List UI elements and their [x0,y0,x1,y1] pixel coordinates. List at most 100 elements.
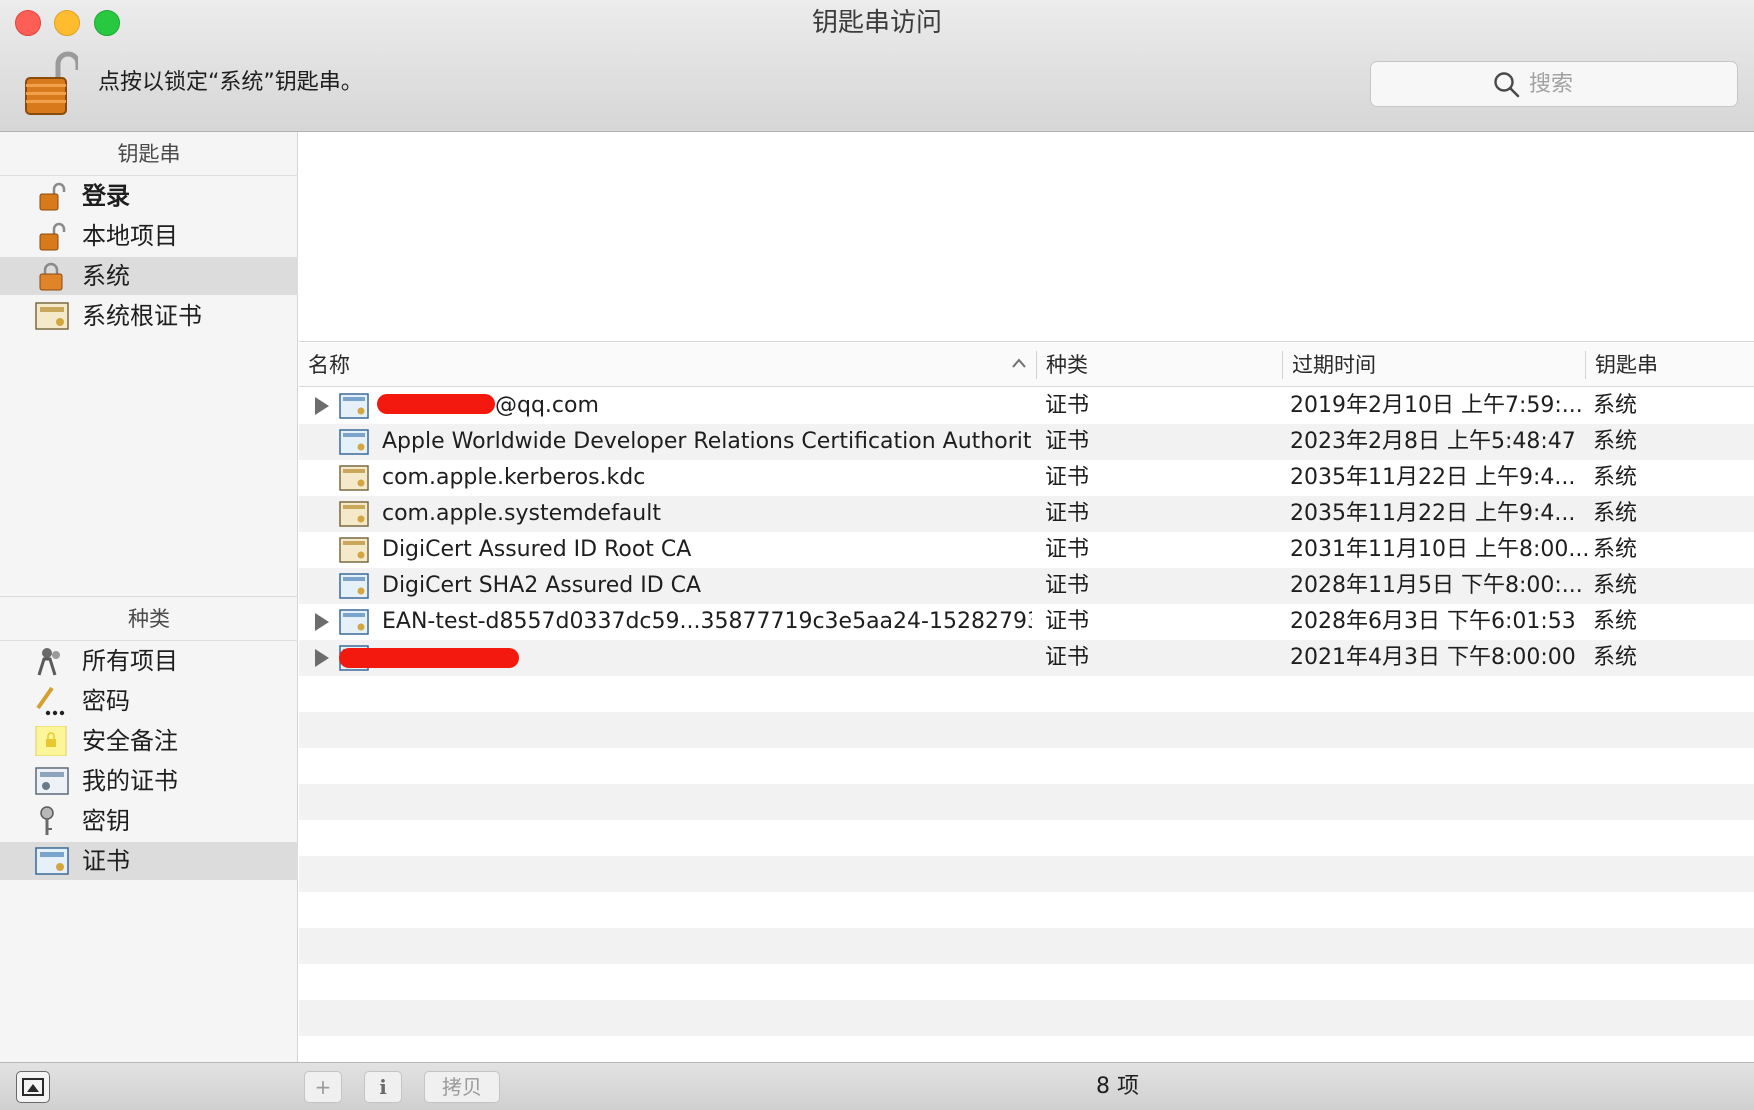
certificate-icon [35,847,69,875]
cell-name: Apple Worldwide Developer Relations Cert… [382,429,1032,454]
empty-row [299,1000,1754,1036]
cell-name: com.apple.kerberos.kdc [382,465,646,490]
certificate-table: @qq.com 证书 2019年2月10日 上午7:59:... 系统 Appl… [299,388,1754,676]
item-count: 8 项 [1096,1074,1139,1099]
sidebar-item-label: 所有项目 [82,647,178,675]
certificate-icon [339,609,369,635]
certificate-icon [339,573,369,599]
disclosure-triangle-icon[interactable] [315,613,329,631]
cell-keychain: 系统 [1593,429,1638,454]
sidebar-item-label: 密钥 [82,807,130,835]
root-certificate-icon [339,501,369,527]
keychains-header: 钥匙串 [0,132,298,176]
sidebar-item-keys[interactable]: 密钥 [0,802,298,840]
table-row[interactable]: DigiCert Assured ID Root CA 证书 2031年11月1… [299,532,1754,568]
bottom-bar: + i 拷贝 8 项 [0,1062,1754,1110]
sidebar-item-label: 安全备注 [82,727,178,755]
root-certificate-icon [339,465,369,491]
sidebar-item-passwords[interactable]: 密码 [0,682,298,720]
cell-keychain: 系统 [1593,393,1638,418]
sidebar-item-all-items[interactable]: 所有项目 [0,642,298,680]
redaction-mark [339,648,519,668]
sidebar-item-label: 登录 [82,182,130,210]
cell-kind: 证书 [1045,501,1090,526]
table-header: 名称 种类 过期时间 钥匙串 [299,343,1754,387]
cell-name: EAN-test-d8557d0337dc59...35877719c3e5aa… [382,609,1032,634]
key-icon [40,806,54,835]
sidebar-item-label: 系统根证书 [82,302,202,330]
people-icon [37,648,60,676]
window-title: 钥匙串访问 [811,8,942,38]
table-row[interactable]: DigiCert SHA2 Assured ID CA 证书 2028年11月5… [299,568,1754,604]
search-input[interactable] [1529,68,1709,100]
cell-keychain: 系统 [1593,645,1638,670]
disclosure-triangle-icon[interactable] [315,649,329,667]
empty-row [299,928,1754,964]
search-icon [1494,72,1520,98]
table-row[interactable]: 证书 2021年4月3日 下午8:00:00 系统 [299,640,1754,676]
add-item-button[interactable]: + [304,1071,342,1103]
copy-button[interactable]: 拷贝 [424,1071,500,1103]
sidebar-item-label: 密码 [82,687,130,715]
cell-kind: 证书 [1045,465,1090,490]
cell-kind: 证书 [1045,645,1090,670]
item-preview-pane [299,132,1754,342]
cell-keychain: 系统 [1593,609,1638,634]
cell-expires: 2031年11月10日 上午8:00... [1290,537,1590,562]
sidebar-item-label: 系统 [82,262,130,290]
show-hide-panel-icon [22,1078,44,1096]
column-header-keychain[interactable]: 钥匙串 [1586,343,1754,387]
sidebar-item-login[interactable]: 登录 [0,177,298,215]
open-lock-icon [39,222,66,251]
cell-keychain: 系统 [1593,573,1638,598]
cell-kind: 证书 [1045,393,1090,418]
cell-expires: 2028年11月5日 下午8:00:... [1290,573,1583,598]
table-row[interactable]: com.apple.systemdefault 证书 2035年11月22日 上… [299,496,1754,532]
sort-ascending-icon [1012,358,1026,368]
empty-row [299,856,1754,892]
cell-kind: 证书 [1045,429,1090,454]
cell-keychain: 系统 [1593,501,1638,526]
disclosure-triangle-icon[interactable] [315,397,329,415]
cell-expires: 2035年11月22日 上午9:4... [1290,465,1576,490]
sidebar-item-secure-notes[interactable]: 安全备注 [0,722,298,760]
sidebar-item-certificates[interactable]: 证书 [0,842,298,880]
cell-expires: 2035年11月22日 上午9:4... [1290,501,1576,526]
column-header-name[interactable]: 名称 [299,343,1035,387]
open-lock-icon [39,182,66,211]
root-certificate-icon [339,537,369,563]
table-row[interactable]: com.apple.kerberos.kdc 证书 2035年11月22日 上午… [299,460,1754,496]
sidebar: 钥匙串 登录 本地项目 系统 系统根证书 种类 所有项目 密码 安全备注 我的证… [0,132,298,1062]
window-toolbar: 钥匙串访问 点按以锁定“系统”钥匙串。 [0,0,1754,132]
sidebar-item-system[interactable]: 系统 [0,257,298,295]
cell-expires: 2023年2月8日 上午5:48:47 [1290,429,1576,454]
cell-kind: 证书 [1045,609,1090,634]
cell-name: @qq.com [495,393,599,418]
sidebar-item-label: 证书 [82,847,130,875]
cell-keychain: 系统 [1593,465,1638,490]
cell-kind: 证书 [1045,573,1090,598]
lock-hint-text[interactable]: 点按以锁定“系统”钥匙串。 [98,68,363,98]
lock-icon [39,262,63,291]
get-info-button[interactable]: i [364,1071,402,1103]
table-row[interactable]: @qq.com 证书 2019年2月10日 上午7:59:... 系统 [299,388,1754,424]
certificate-icon [339,429,369,455]
secure-note-icon [35,726,67,756]
cell-keychain: 系统 [1593,537,1638,562]
certificate-icon [339,393,369,419]
table-row[interactable]: Apple Worldwide Developer Relations Cert… [299,424,1754,460]
sidebar-item-local-items[interactable]: 本地项目 [0,217,298,255]
cell-expires: 2028年6月3日 下午6:01:53 [1290,609,1576,634]
sidebar-item-my-certificates[interactable]: 我的证书 [0,762,298,800]
sidebar-item-system-roots[interactable]: 系统根证书 [0,297,298,335]
toggle-sidebar-button[interactable] [16,1071,50,1103]
search-field[interactable] [1370,61,1738,107]
redaction-mark [377,394,495,414]
cell-kind: 证书 [1045,537,1090,562]
cell-name: DigiCert SHA2 Assured ID CA [382,573,702,598]
unlocked-padlock-icon[interactable] [24,50,78,116]
column-header-expires[interactable]: 过期时间 [1283,343,1584,387]
empty-row [299,784,1754,820]
table-row[interactable]: EAN-test-d8557d0337dc59...35877719c3e5aa… [299,604,1754,640]
column-header-kind[interactable]: 种类 [1037,343,1281,387]
